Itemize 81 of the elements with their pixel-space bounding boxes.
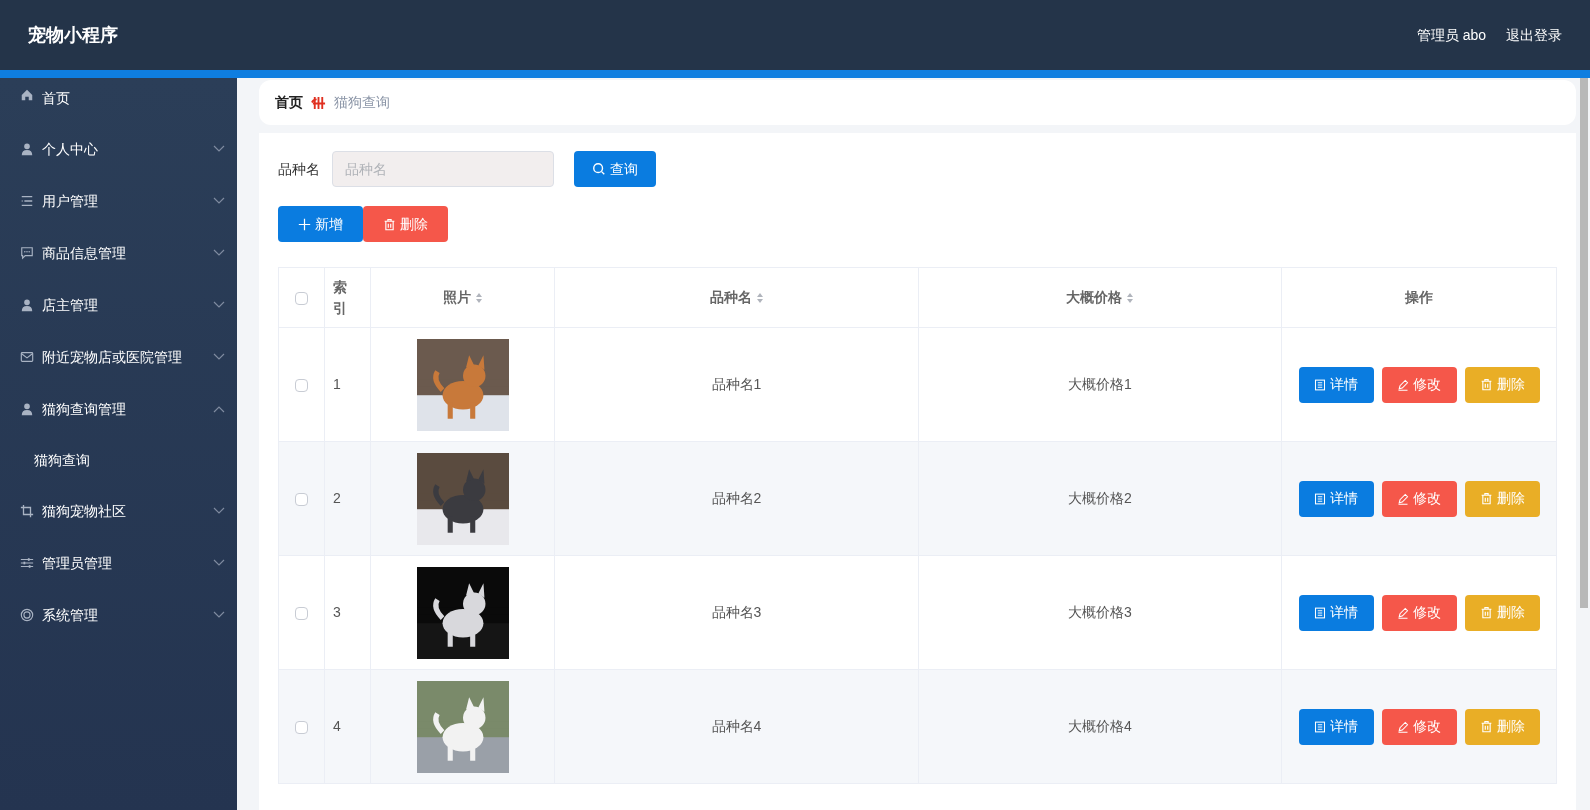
detail-button[interactable]: 详情 (1298, 480, 1374, 517)
breadcrumb-separator-icon (311, 95, 326, 110)
sidebar-item[interactable]: 附近宠物店或医院管理 (0, 331, 237, 383)
person-icon (20, 142, 34, 156)
trash-icon (1479, 492, 1493, 505)
sidebar-item[interactable]: 猫狗宠物社区 (0, 485, 237, 537)
sidebar-subitem[interactable]: 猫狗查询 (0, 435, 237, 485)
breadcrumb-link[interactable]: 首页 (275, 92, 303, 113)
sidebar-item[interactable]: 首页 (0, 78, 237, 123)
edit-button[interactable]: 修改 (1381, 480, 1457, 517)
chat-bubble-icon (20, 246, 34, 260)
pencil-icon (1397, 606, 1409, 619)
checkbox[interactable] (295, 720, 308, 734)
table-cell: 品种名3 (711, 604, 762, 620)
detail-button[interactable]: 详情 (1298, 708, 1374, 745)
logout-link[interactable]: 退出登录 (1506, 24, 1562, 46)
document-icon (1314, 720, 1326, 733)
table-cell: 1 (333, 376, 341, 392)
sidebar-item[interactable]: 猫狗查询管理 (0, 383, 237, 435)
sidebar-item[interactable]: 商品信息管理 (0, 227, 237, 279)
home-icon (20, 88, 34, 102)
document-icon (1314, 606, 1326, 619)
trash-icon (383, 217, 396, 231)
delete-button[interactable]: 删除 (363, 206, 448, 242)
add-button[interactable]: 新增 (278, 206, 363, 242)
trash-icon (1479, 720, 1493, 733)
document-icon (1314, 378, 1326, 391)
table-cell: 大概价格3 (1068, 604, 1132, 620)
search-icon (592, 162, 606, 176)
trash-icon (1479, 606, 1493, 619)
sort-icon[interactable] (474, 291, 483, 304)
table-cell: 3 (333, 604, 341, 620)
plus-icon (298, 217, 311, 231)
column-header[interactable]: 品种名 (709, 287, 752, 308)
table-cell: 2 (333, 490, 341, 506)
pencil-icon (1397, 378, 1409, 391)
detail-button[interactable]: 详情 (1298, 366, 1374, 403)
checkbox[interactable] (295, 291, 308, 305)
sidebar-item[interactable]: 用户管理 (0, 175, 237, 227)
scrollbar-thumb[interactable] (1580, 78, 1588, 608)
detail-button[interactable]: 详情 (1298, 594, 1374, 631)
breadcrumb-current: 猫狗查询 (334, 93, 390, 112)
sidebar-item[interactable]: 系统管理 (0, 589, 237, 641)
sliders-icon (20, 556, 34, 570)
ring-icon (20, 608, 34, 622)
crop-icon (20, 504, 34, 518)
search-button[interactable]: 查询 (574, 151, 656, 187)
search-field[interactable]: 品种名 (332, 151, 554, 187)
edit-button[interactable]: 修改 (1381, 708, 1457, 745)
column-header[interactable]: 大概价格 (1066, 287, 1122, 308)
checkbox[interactable] (295, 606, 308, 620)
admin-user: 管理员 abo (1416, 25, 1486, 45)
column-header: 索引 (333, 278, 347, 318)
table-cell: 品种名1 (711, 376, 762, 392)
checkbox[interactable] (295, 492, 308, 506)
table-cell: 大概价格2 (1068, 490, 1132, 506)
table-cell: 4 (333, 718, 341, 734)
sidebar-item[interactable]: 个人中心 (0, 123, 237, 175)
sort-icon[interactable] (755, 291, 764, 304)
edit-button[interactable]: 修改 (1381, 366, 1457, 403)
sort-icon[interactable] (1126, 291, 1134, 304)
table-cell: 大概价格4 (1068, 718, 1132, 734)
list-icon (20, 194, 34, 208)
app-title: 宠物小程序 (28, 23, 118, 47)
trash-icon (1479, 378, 1493, 391)
table-cell: 品种名2 (711, 490, 762, 506)
sidebar-item[interactable]: 店主管理 (0, 279, 237, 331)
table-cell: 品种名4 (711, 718, 762, 734)
checkbox[interactable] (295, 378, 308, 392)
pencil-icon (1397, 492, 1409, 505)
sidebar-item[interactable]: 管理员管理 (0, 537, 237, 589)
edit-button[interactable]: 修改 (1381, 594, 1457, 631)
column-header: 操作 (1405, 288, 1433, 307)
envelope-icon (20, 350, 34, 364)
column-header[interactable]: 照片 (442, 287, 471, 308)
person-icon (20, 402, 34, 416)
person-icon (20, 298, 34, 312)
pencil-icon (1397, 720, 1409, 733)
search-label: 品种名 (278, 159, 320, 179)
document-icon (1314, 492, 1326, 505)
table-cell: 大概价格1 (1068, 376, 1132, 392)
